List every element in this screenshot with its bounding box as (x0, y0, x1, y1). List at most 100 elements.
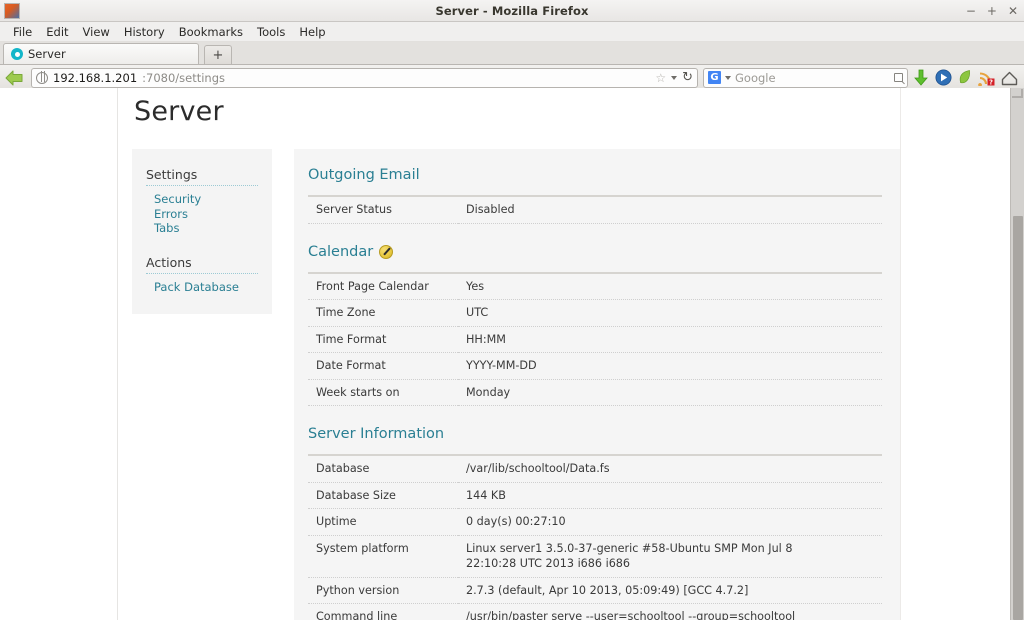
page-content: Server Settings Security Errors Tabs Act… (118, 88, 900, 620)
table-row: Python version 2.7.3 (default, Apr 10 20… (308, 577, 882, 604)
table-outgoing-email: Server Status Disabled (308, 195, 882, 224)
section-label: Calendar (308, 244, 373, 260)
tab-server[interactable]: Server (3, 43, 199, 64)
row-value: Yes (458, 273, 882, 300)
menu-item-bookmarks[interactable]: Bookmarks (172, 23, 250, 41)
table-row: Time Format HH:MM (308, 326, 882, 353)
sidebar-item-pack-database[interactable]: Pack Database (154, 280, 258, 295)
section-title-calendar: Calendar (308, 244, 882, 260)
row-value-line: Linux server1 3.5.0-37-generic #58-Ubunt… (466, 541, 882, 557)
row-value: Monday (458, 379, 882, 406)
leaf-icon[interactable] (958, 69, 972, 87)
edit-pencil-icon[interactable] (379, 245, 393, 259)
row-key: Time Format (308, 326, 458, 353)
section-label: Server Information (308, 426, 444, 442)
scrollbar-thumb[interactable] (1013, 216, 1023, 620)
row-key: Date Format (308, 353, 458, 380)
search-input[interactable]: Google (735, 71, 776, 85)
row-key: Command line (308, 604, 458, 620)
content-columns: Settings Security Errors Tabs Actions Pa… (118, 127, 900, 620)
row-value: 2.7.3 (default, Apr 10 2013, 05:09:49) [… (458, 577, 882, 604)
row-key: Week starts on (308, 379, 458, 406)
row-value-line: /var/lib/schooltool/Data.fs (466, 461, 882, 477)
menu-item-tools[interactable]: Tools (250, 23, 292, 41)
search-icon[interactable] (894, 73, 903, 82)
menu-item-view[interactable]: View (76, 23, 117, 41)
table-row: Database Size 144 KB (308, 482, 882, 509)
sidebar-item-errors[interactable]: Errors (154, 207, 258, 222)
table-row: System platform Linux server1 3.5.0-37-g… (308, 535, 882, 577)
row-key: Front Page Calendar (308, 273, 458, 300)
row-value-line: 144 KB (466, 488, 882, 504)
sidebar-heading-actions: Actions (146, 255, 258, 274)
new-tab-button[interactable]: + (204, 45, 232, 64)
row-key: Database (308, 455, 458, 482)
menu-item-edit[interactable]: Edit (39, 23, 75, 41)
table-row: Uptime 0 day(s) 00:27:10 (308, 509, 882, 536)
window-controls: − + ✕ (966, 0, 1018, 22)
row-value-line: 0 day(s) 00:27:10 (466, 514, 882, 530)
home-icon[interactable] (1001, 70, 1018, 86)
row-value-line: UTC (466, 305, 882, 321)
row-value: 144 KB (458, 482, 882, 509)
row-value: HH:MM (458, 326, 882, 353)
play-circle-icon[interactable] (935, 69, 952, 86)
row-value: /usr/bin/paster serve --user=schooltool … (458, 604, 882, 620)
sidebar-heading-settings: Settings (146, 167, 258, 186)
row-value: Linux server1 3.5.0-37-generic #58-Ubunt… (458, 535, 882, 577)
reload-icon[interactable]: ↻ (682, 70, 693, 85)
page-viewport: Server Settings Security Errors Tabs Act… (0, 88, 1024, 620)
table-row: Week starts on Monday (308, 379, 882, 406)
url-bar[interactable]: 192.168.1.201 :7080/settings ☆ ↻ (31, 68, 698, 88)
row-value: YYYY-MM-DD (458, 353, 882, 380)
maximize-button[interactable]: + (987, 5, 997, 17)
settings-sidebar: Settings Security Errors Tabs Actions Pa… (132, 149, 272, 314)
tab-strip: Server + (0, 42, 1024, 65)
minimize-button[interactable]: − (966, 5, 976, 17)
bookmark-star-icon[interactable]: ☆ (655, 71, 666, 85)
schooltool-favicon (11, 48, 23, 60)
table-row: Server Status Disabled (308, 196, 882, 223)
url-path: :7080/settings (142, 71, 225, 85)
close-button[interactable]: ✕ (1008, 5, 1018, 17)
row-value-line: Yes (466, 279, 882, 295)
table-calendar: Front Page Calendar Yes Time Zone UTC Ti… (308, 272, 882, 407)
row-value-line: Monday (466, 385, 882, 401)
download-arrow-icon[interactable] (913, 69, 929, 87)
url-bar-actions: ☆ ↻ (655, 70, 693, 85)
table-row: Time Zone UTC (308, 300, 882, 327)
row-key: Uptime (308, 509, 458, 536)
google-engine-icon[interactable]: G (708, 71, 721, 84)
row-value: /var/lib/schooltool/Data.fs (458, 455, 882, 482)
window-title: Server - Mozilla Firefox (0, 4, 1024, 18)
sidebar-item-security[interactable]: Security (154, 192, 258, 207)
sidebar-links-actions: Pack Database (146, 274, 258, 295)
menu-item-file[interactable]: File (6, 23, 39, 41)
menu-bar: File Edit View History Bookmarks Tools H… (0, 22, 1024, 42)
globe-icon (36, 72, 48, 84)
svg-text:?: ? (989, 78, 993, 86)
row-key: Database Size (308, 482, 458, 509)
back-arrow-icon[interactable] (4, 67, 26, 89)
rss-feed-warning-icon[interactable]: ? (978, 69, 995, 86)
search-engine-chevron-icon[interactable] (725, 76, 731, 80)
row-value: 0 day(s) 00:27:10 (458, 509, 882, 536)
toolbar-icons: ? (913, 69, 1020, 87)
search-bar[interactable]: G Google (703, 68, 908, 88)
row-key: Server Status (308, 196, 458, 223)
menu-item-help[interactable]: Help (292, 23, 332, 41)
vertical-scrollbar[interactable] (1010, 88, 1024, 620)
row-value-line: Disabled (466, 202, 882, 218)
url-host: 192.168.1.201 (53, 71, 137, 85)
sidebar-item-tabs[interactable]: Tabs (154, 221, 258, 236)
scrollbar-up-corner[interactable] (1012, 89, 1023, 98)
page-title: Server (118, 88, 900, 127)
row-key: Python version (308, 577, 458, 604)
chevron-down-icon[interactable] (671, 76, 677, 80)
menu-item-history[interactable]: History (117, 23, 172, 41)
hexagon-background-pattern (900, 88, 1010, 620)
table-row: Command line /usr/bin/paster serve --use… (308, 604, 882, 620)
browser-window: Server - Mozilla Firefox − + ✕ File Edit… (0, 0, 1024, 620)
tab-label: Server (28, 47, 66, 61)
table-row: Front Page Calendar Yes (308, 273, 882, 300)
